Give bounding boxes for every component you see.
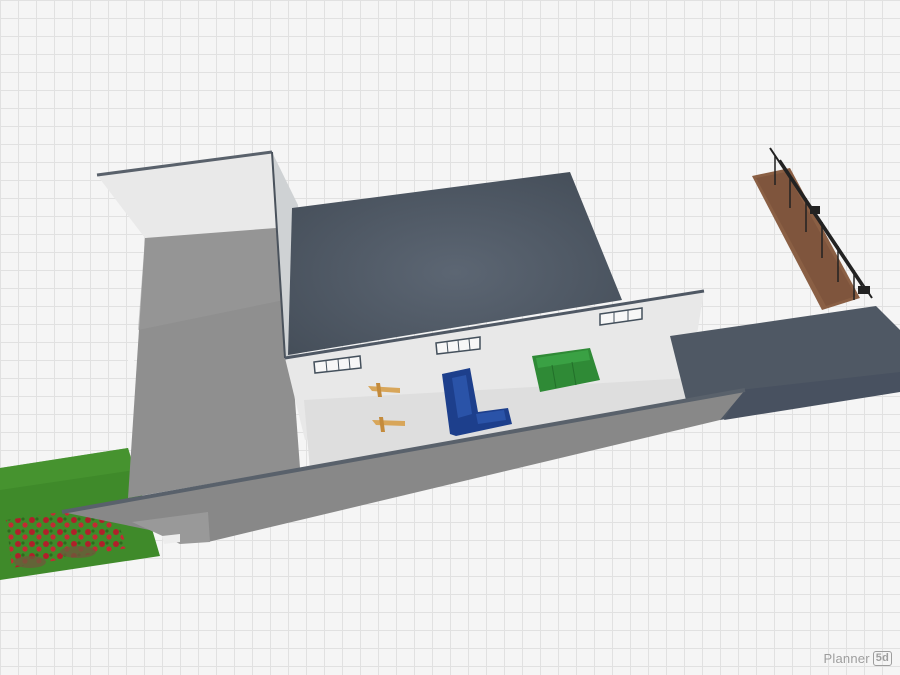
stair-railing[interactable]	[752, 147, 873, 310]
brand-name: Planner	[823, 651, 870, 666]
brand-watermark: Planner 5d	[824, 651, 892, 666]
floor-plan-3d-scene[interactable]	[0, 0, 900, 675]
brand-badge-icon: 5d	[872, 651, 892, 666]
left-wing-floor[interactable]	[128, 216, 300, 498]
3d-viewport-canvas[interactable]: Planner 5d	[0, 0, 900, 675]
